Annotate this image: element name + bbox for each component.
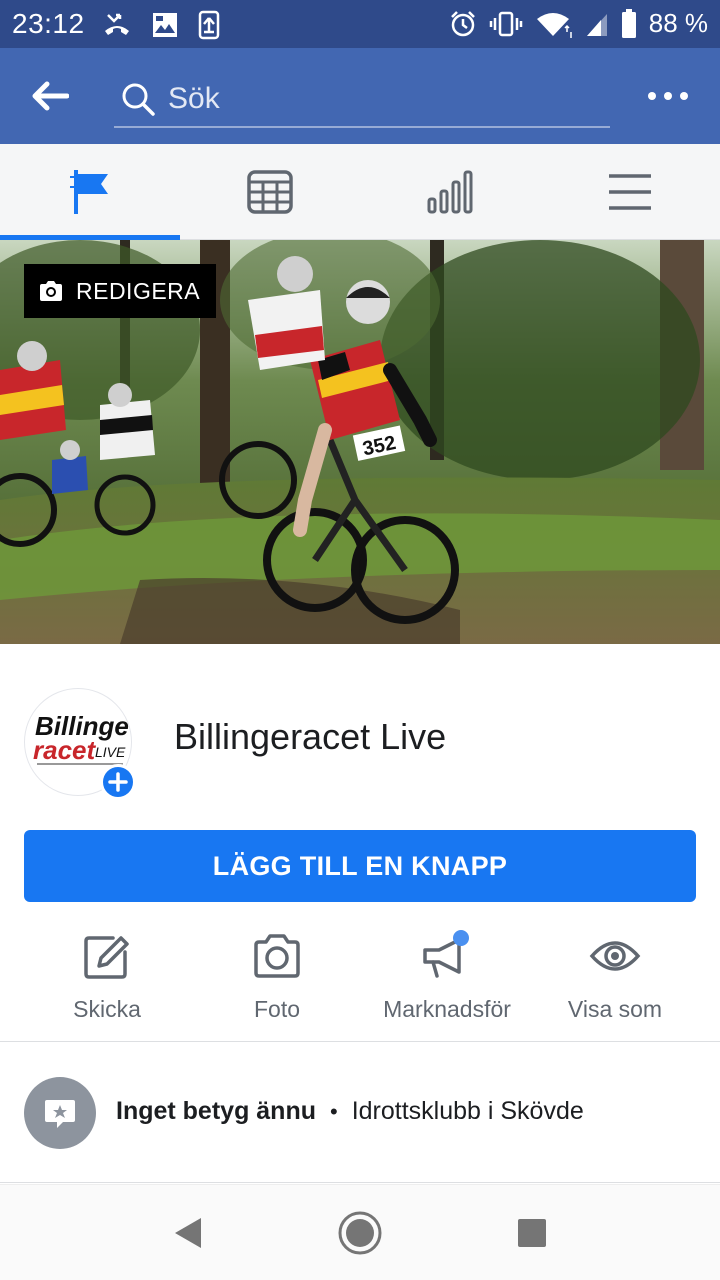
- add-profile-photo-button[interactable]: [100, 764, 136, 800]
- dot-icon: [680, 92, 688, 100]
- status-bar: 23:12 88 %: [0, 0, 720, 48]
- add-button-cta[interactable]: LÄGG TILL EN KNAPP: [24, 830, 696, 902]
- back-button[interactable]: [28, 74, 72, 118]
- profile-section: Billinge racet LIVE Billingeracet Live: [0, 644, 720, 830]
- tab-menu[interactable]: [540, 144, 720, 240]
- bar-chart-icon: [427, 170, 473, 214]
- plus-icon: [108, 772, 128, 792]
- camera-icon: [251, 930, 303, 982]
- app-bar: [0, 48, 720, 144]
- alarm-icon: [450, 10, 475, 36]
- page-title: Billingeracet Live: [174, 716, 447, 757]
- tab-insights[interactable]: [360, 144, 540, 240]
- page-category: Idrottsklubb i Skövde: [351, 1097, 584, 1125]
- tab-page[interactable]: [0, 144, 180, 241]
- action-promote[interactable]: Marknadsför: [362, 930, 532, 1030]
- tab-bar: [0, 144, 720, 241]
- status-notification-icons: [102, 10, 220, 40]
- circle-home-icon: [338, 1211, 382, 1255]
- action-label: Foto: [253, 996, 301, 1022]
- logo-text-live: LIVE: [95, 744, 126, 760]
- calendar-icon: [247, 170, 293, 214]
- nav-home-button[interactable]: [334, 1207, 386, 1259]
- camera-icon: [40, 281, 62, 301]
- app-root: 23:12 88 % Sök 352 REDIGERA Billinge rac…: [0, 0, 720, 1280]
- status-time: 23:12: [12, 8, 85, 39]
- edit-cover-label: REDIGERA: [76, 277, 201, 304]
- logo-text-bottom: racet: [33, 735, 96, 765]
- cover-photo[interactable]: 352 REDIGERA: [0, 240, 720, 644]
- eye-icon: [589, 930, 641, 982]
- battery-icon: [621, 8, 636, 38]
- rating-text: Inget betyg ännu • Idrottsklubb i Skövde: [116, 1097, 584, 1126]
- nav-recents-button[interactable]: [506, 1207, 558, 1259]
- action-photo[interactable]: Foto: [192, 930, 362, 1030]
- hamburger-icon: [609, 174, 651, 210]
- separator: •: [330, 1098, 338, 1124]
- action-label: Skicka: [73, 996, 141, 1022]
- system-nav-bar: [0, 1184, 720, 1280]
- search-bar[interactable]: [114, 72, 610, 128]
- vibrate-icon: [489, 11, 522, 36]
- triangle-back-icon: [175, 1218, 201, 1248]
- search-icon: [122, 83, 155, 116]
- page-actions: Skicka Foto Marknadsför Visa som: [0, 902, 720, 1042]
- nav-back-button[interactable]: [162, 1207, 214, 1259]
- action-label: Marknadsför: [383, 996, 511, 1022]
- edit-icon: [81, 930, 133, 982]
- rating-icon: [24, 1077, 96, 1149]
- search-input[interactable]: [168, 82, 588, 116]
- arrow-left-icon: [32, 81, 69, 111]
- battery-percent: 88 %: [648, 8, 708, 38]
- action-send[interactable]: Skicka: [22, 930, 192, 1030]
- star-bubble-icon: [45, 1100, 75, 1128]
- flag-icon: [70, 170, 108, 214]
- wifi-icon: [536, 12, 572, 38]
- upload-icon: [198, 10, 220, 40]
- rating-row[interactable]: Inget betyg ännu • Idrottsklubb i Skövde: [0, 1043, 720, 1183]
- more-options-button[interactable]: [648, 82, 688, 110]
- action-label: Visa som: [567, 996, 663, 1022]
- billingeracet-logo: Billinge racet LIVE: [33, 711, 129, 765]
- rating-status: Inget betyg ännu: [116, 1097, 316, 1125]
- dot-icon: [648, 92, 656, 100]
- action-view-as[interactable]: Visa som: [530, 930, 700, 1030]
- image-icon: [153, 13, 177, 37]
- square-recents-icon: [518, 1219, 546, 1247]
- missed-call-icon: [105, 13, 129, 35]
- tab-events[interactable]: [180, 144, 360, 240]
- status-system-icons: 88 %: [449, 8, 708, 39]
- dot-icon: [664, 92, 672, 100]
- edit-cover-button[interactable]: REDIGERA: [24, 264, 217, 318]
- signal-icon: [586, 13, 607, 36]
- megaphone-icon: [421, 930, 473, 982]
